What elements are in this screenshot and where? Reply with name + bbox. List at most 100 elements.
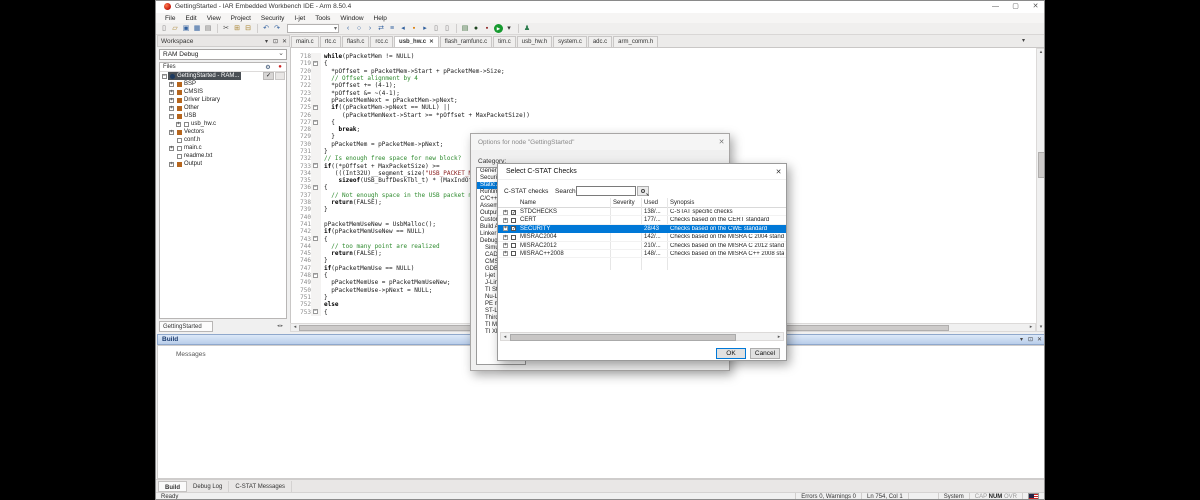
pin-icon[interactable]: ⊡	[1026, 336, 1035, 343]
print-icon[interactable]: ▤	[203, 24, 213, 34]
close-icon[interactable]: ✕	[1028, 2, 1043, 11]
expand-icon[interactable]: +	[503, 235, 508, 240]
menu-window[interactable]: Window	[335, 15, 368, 22]
tree-item-usb[interactable]: −USB	[160, 112, 286, 120]
tree-item-bsp[interactable]: +BSP	[160, 80, 286, 88]
scrollbar-thumb[interactable]	[1038, 152, 1046, 178]
find-previous-icon[interactable]: ‹	[343, 24, 353, 34]
search-input[interactable]	[576, 186, 636, 196]
scroll-up-icon[interactable]: ▴	[1037, 49, 1045, 56]
scroll-down-icon[interactable]: ▾	[1037, 324, 1045, 331]
editor-tab-usb-hw-h[interactable]: usb_hw.h	[517, 36, 552, 47]
undo-icon[interactable]: ↶	[261, 24, 271, 34]
open-header-icon[interactable]: ▯	[431, 24, 441, 34]
panel-menu-icon[interactable]: ▾	[262, 38, 271, 45]
maximize-icon[interactable]: ▢	[1008, 2, 1023, 11]
output-tab-debug-log[interactable]: Debug Log	[187, 481, 229, 492]
checkbox[interactable]: ✓	[511, 226, 516, 231]
scroll-left-icon[interactable]: ◂	[501, 334, 509, 341]
expand-icon[interactable]: +	[169, 82, 174, 87]
check-row-misrac2012[interactable]: +MISRAC2012210/...Checks based on the MI…	[498, 242, 786, 250]
workspace-tab-gettingstarted[interactable]: GettingStarted	[159, 321, 213, 332]
tree-item-readme-txt[interactable]: readme.txt	[160, 152, 286, 160]
download-and-debug-icon[interactable]: ▶	[494, 24, 503, 33]
menu-file[interactable]: File	[160, 15, 180, 22]
minimize-icon[interactable]: —	[988, 2, 1003, 11]
output-tab-c-stat-messages[interactable]: C-STAT Messages	[229, 481, 292, 492]
expand-icon[interactable]: +	[169, 162, 174, 167]
expand-icon[interactable]: +	[169, 146, 174, 151]
go-to-icon[interactable]: ≡	[387, 24, 397, 34]
tab-list-dropdown-icon[interactable]: ▾	[1022, 37, 1025, 44]
previous-bookmark-icon[interactable]: ◂	[398, 24, 408, 34]
find-next-icon[interactable]: ›	[365, 24, 375, 34]
open-file-icon[interactable]: ▱	[170, 24, 180, 34]
menu-tools[interactable]: Tools	[310, 15, 335, 22]
save-icon[interactable]: ▣	[181, 24, 191, 34]
column-severity[interactable]: Severity	[613, 200, 635, 206]
paste-icon[interactable]: ⊟	[243, 24, 253, 34]
checkbox[interactable]	[511, 218, 516, 223]
expand-icon[interactable]: +	[503, 251, 508, 256]
tree-item-main-c[interactable]: +main.c	[160, 144, 286, 152]
tree-item-vectors[interactable]: +Vectors	[160, 128, 286, 136]
column-synopsis[interactable]: Synopsis	[670, 200, 694, 206]
expand-icon[interactable]: +	[503, 218, 508, 223]
expand-icon[interactable]: +	[503, 210, 508, 215]
pin-icon[interactable]: ⊡	[271, 38, 280, 45]
fold-collapse-icon[interactable]: −	[313, 163, 318, 168]
close-icon[interactable]: ✕	[714, 138, 729, 146]
panel-menu-icon[interactable]: ▾	[1017, 336, 1026, 343]
build-configuration-select[interactable]: RAM Debug	[159, 49, 287, 60]
close-icon[interactable]: ✕	[1035, 336, 1044, 343]
column-used[interactable]: Used	[644, 200, 658, 206]
editor-tab-rcc-c[interactable]: rcc.c	[370, 36, 393, 47]
editor-tab-flash-ramfunc-c[interactable]: flash_ramfunc.c	[440, 36, 492, 47]
close-icon[interactable]: ✕	[280, 38, 289, 45]
expand-icon[interactable]: +	[169, 106, 174, 111]
tree-item-other[interactable]: +Other	[160, 104, 286, 112]
fold-collapse-icon[interactable]: −	[313, 185, 318, 190]
debug-dropdown-icon[interactable]: ▾	[504, 24, 514, 34]
scroll-right-icon[interactable]: ▸	[775, 334, 783, 341]
close-tab-icon[interactable]: ✕	[429, 39, 434, 45]
checkbox[interactable]: ✓	[511, 210, 516, 215]
toggle-bookmark-icon[interactable]: ▪	[409, 24, 419, 34]
menu-security[interactable]: Security	[256, 15, 289, 22]
scroll-left-icon[interactable]: ◂	[291, 324, 299, 331]
debug-without-downloading-icon[interactable]: ♟	[522, 24, 532, 34]
replace-icon[interactable]: ⇄	[376, 24, 386, 34]
editor-vertical-scrollbar[interactable]: ▴ ▾	[1036, 48, 1045, 332]
ok-button[interactable]: OK	[716, 348, 746, 359]
make-icon[interactable]: ▤	[460, 24, 470, 34]
expand-icon[interactable]: −	[169, 114, 174, 119]
tree-item-output[interactable]: +Output	[160, 160, 286, 168]
checkbox[interactable]	[511, 243, 516, 248]
tree-item-driver-library[interactable]: +Driver Library	[160, 96, 286, 104]
stop-build-icon[interactable]: ▪	[482, 24, 492, 34]
editor-tab-usb-hw-c[interactable]: usb_hw.c✕	[394, 36, 439, 47]
cancel-button[interactable]: Cancel	[750, 348, 780, 359]
tree-item-gettingstarted-ram-[interactable]: −GettingStarted - RAM...✓	[160, 72, 286, 80]
output-tab-build[interactable]: Build	[158, 481, 187, 492]
workspace-tab-scroll-icons[interactable]: ◂▸	[277, 323, 284, 329]
redo-icon[interactable]: ↷	[272, 24, 282, 34]
save-all-icon[interactable]: ▦	[192, 24, 202, 34]
check-row-cert[interactable]: +CERT177/...Checks based on the CERT sta…	[498, 216, 786, 224]
expand-icon[interactable]: −	[162, 74, 167, 79]
check-row-security[interactable]: +✓SECURITY28/43Checks based on the CWE s…	[498, 225, 786, 233]
expand-icon[interactable]: +	[169, 90, 174, 95]
expand-icon[interactable]: +	[503, 243, 508, 248]
tree-item-usb-hw-c[interactable]: +usb_hw.c	[160, 120, 286, 128]
compile-icon[interactable]: ●	[471, 24, 481, 34]
cut-icon[interactable]: ✂	[221, 24, 231, 34]
scroll-right-icon[interactable]: ▸	[1027, 324, 1035, 331]
fold-collapse-icon[interactable]: −	[313, 236, 318, 241]
menu-view[interactable]: View	[202, 15, 226, 22]
open-source-icon[interactable]: ▯	[442, 24, 452, 34]
expand-icon[interactable]: +	[176, 122, 181, 127]
editor-tab-rtc-c[interactable]: rtc.c	[320, 36, 341, 47]
menu-help[interactable]: Help	[369, 15, 392, 22]
find-icon[interactable]: ○	[354, 24, 364, 34]
check-row-stdchecks[interactable]: +✓STDCHECKS138/...C-STAT specific checks	[498, 208, 786, 216]
